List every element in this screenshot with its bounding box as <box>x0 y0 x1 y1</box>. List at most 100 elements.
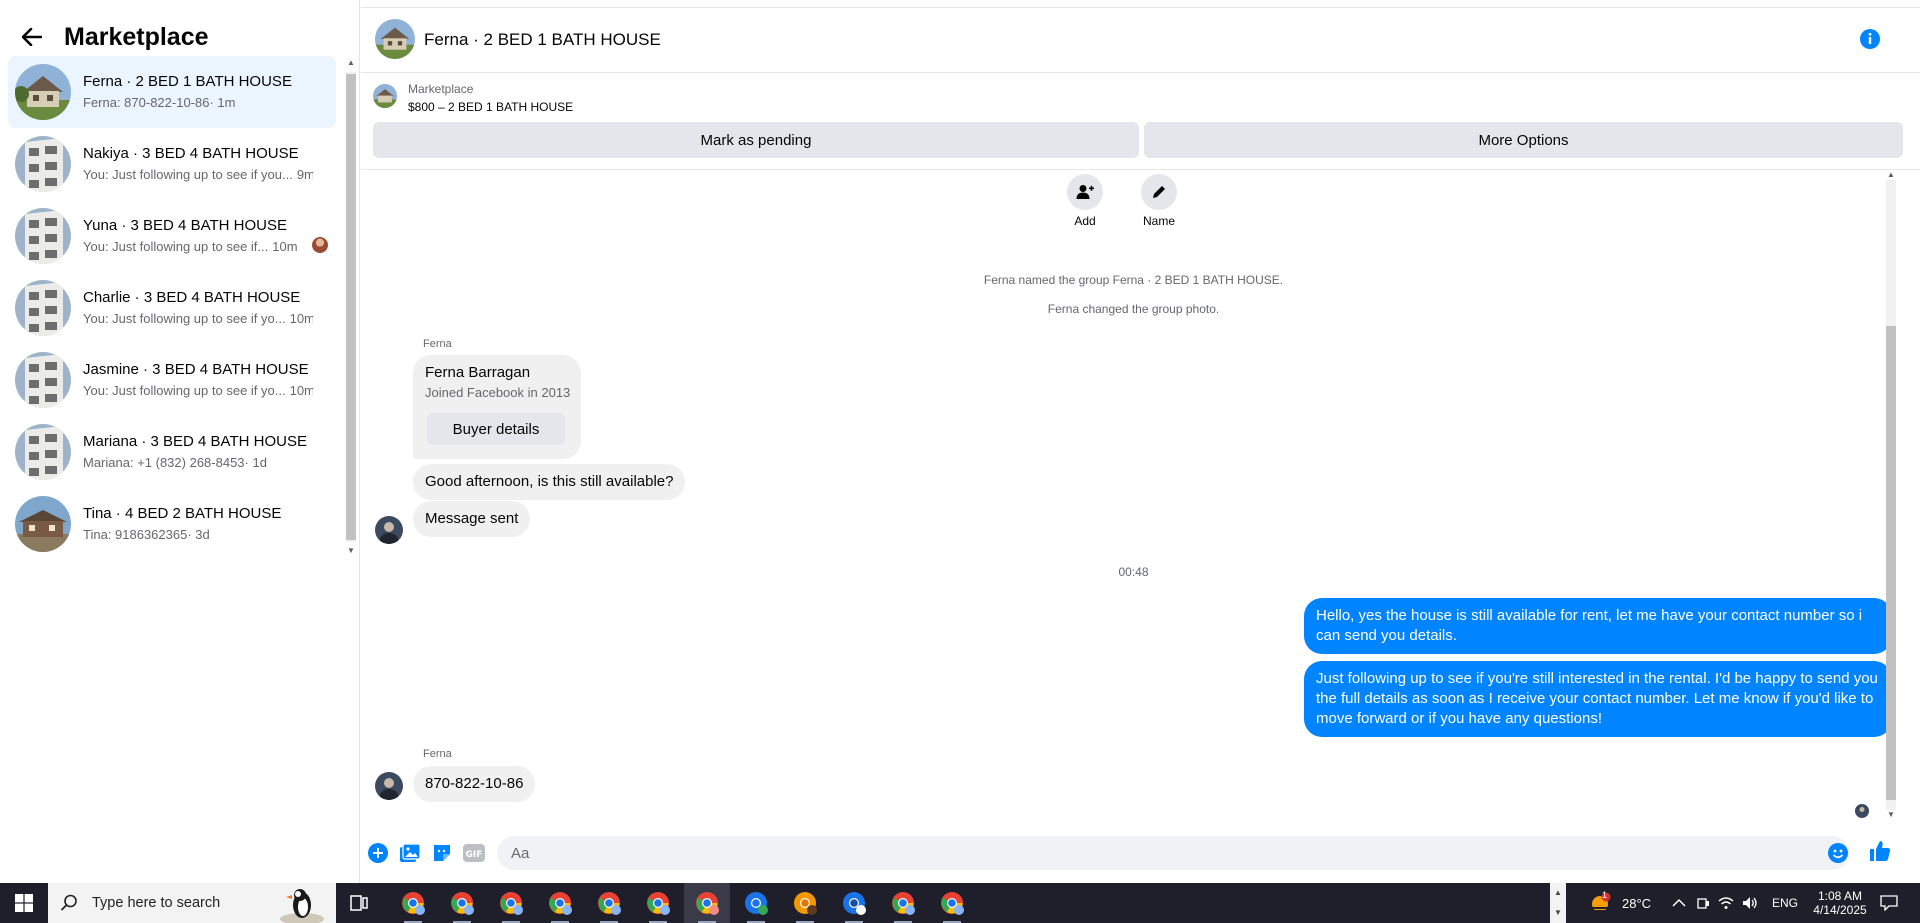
conversation-name: Jasmine · 3 BED 4 BATH HOUSE <box>83 361 309 378</box>
scroll-down-icon[interactable]: ▼ <box>1550 903 1566 923</box>
listing-thumbnail <box>373 84 397 108</box>
clock-date: 4/14/2025 <box>1813 903 1867 917</box>
conversation-sidebar: Marketplace Ferna · 2 BED 1 BATH HOUSE F… <box>0 0 360 883</box>
name-group-button[interactable] <box>1141 174 1177 210</box>
notification-center-icon[interactable] <box>1880 883 1898 923</box>
chrome-icon[interactable] <box>733 883 779 923</box>
buyer-details-button[interactable]: Buyer details <box>427 413 565 445</box>
sender-name: Ferna <box>423 338 452 350</box>
search-placeholder: Type here to search <box>92 895 221 911</box>
weather-badge: 1 <box>1602 890 1608 900</box>
listing-actions: Mark as pending More Options <box>373 122 1903 159</box>
sidebar-header: Marketplace <box>18 20 209 54</box>
chrome-icon[interactable] <box>586 883 632 923</box>
language-indicator[interactable]: ENG <box>1772 896 1798 910</box>
conversation-name: Ferna · 2 BED 1 BATH HOUSE <box>83 73 292 90</box>
chrome-icon[interactable] <box>831 883 877 923</box>
marketplace-label: Marketplace <box>408 82 474 96</box>
emoji-icon[interactable] <box>1827 842 1849 864</box>
message-timestamp: 00:48 <box>1118 565 1149 579</box>
chrome-icon[interactable] <box>488 883 534 923</box>
scroll-up-icon[interactable]: ▲ <box>1550 883 1566 903</box>
chrome-icon[interactable] <box>635 883 681 923</box>
gif-icon[interactable]: GIF <box>463 842 485 864</box>
conversation-list: Ferna · 2 BED 1 BATH HOUSE Ferna: 870-82… <box>8 56 336 560</box>
scroll-up-icon[interactable]: ▲ <box>346 58 356 68</box>
windows-start-icon[interactable] <box>0 883 48 923</box>
mark-as-pending-button[interactable]: Mark as pending <box>373 122 1139 158</box>
chat-scrollbar[interactable]: ▲ ▼ <box>1884 170 1898 820</box>
scroll-thumb[interactable] <box>346 74 356 540</box>
house-avatar <box>15 64 71 120</box>
house-avatar <box>15 496 71 552</box>
add-person-icon <box>1076 185 1094 199</box>
sender-avatar <box>375 516 403 544</box>
seen-receipt-avatar <box>1855 804 1869 818</box>
thumbs-up-icon[interactable] <box>1869 840 1891 862</box>
conversation-name: Yuna · 3 BED 4 BATH HOUSE <box>83 217 287 234</box>
svg-text:GIF: GIF <box>466 850 483 860</box>
message-thread: Add Name Ferna named the group Ferna · 2… <box>361 170 1906 825</box>
chrome-icon[interactable] <box>782 883 828 923</box>
pencil-icon <box>1153 186 1165 198</box>
scroll-down-icon[interactable]: ▼ <box>1886 810 1896 820</box>
meet-now-icon[interactable] <box>1696 895 1710 911</box>
incoming-message: 870-822-10-86 <box>413 766 536 802</box>
taskbar-search[interactable]: Type here to search <box>48 883 336 923</box>
building-avatar <box>15 352 71 408</box>
conversation-item-charlie[interactable]: Charlie · 3 BED 4 BATH HOUSE You: Just f… <box>8 272 336 344</box>
building-avatar <box>15 136 71 192</box>
message-composer: GIF <box>361 828 1920 878</box>
buyer-profile-card: Ferna Barragan Joined Facebook in 2013 B… <box>413 355 581 459</box>
name-label: Name <box>1142 214 1175 228</box>
outgoing-message: Just following up to see if you're still… <box>1304 661 1892 737</box>
incoming-message: Good afternoon, is this still available? <box>413 464 686 500</box>
info-icon[interactable] <box>1859 28 1881 50</box>
incoming-message: Message sent <box>413 501 531 537</box>
sticker-icon[interactable] <box>431 842 453 864</box>
conversation-item-ferna[interactable]: Ferna · 2 BED 1 BATH HOUSE Ferna: 870-82… <box>8 56 336 128</box>
chrome-icon-active[interactable] <box>684 883 730 923</box>
conversation-name: Charlie · 3 BED 4 BATH HOUSE <box>83 289 301 306</box>
marketplace-listing-info[interactable]: Marketplace $800 – 2 BED 1 BATH HOUSE <box>371 82 1911 120</box>
volume-icon[interactable] <box>1742 896 1758 910</box>
more-options-button[interactable]: More Options <box>1144 122 1903 158</box>
scroll-up-icon[interactable]: ▲ <box>1886 170 1896 180</box>
wifi-icon[interactable] <box>1718 896 1734 910</box>
weather-widget[interactable]: 1 28°C <box>1588 883 1651 923</box>
weather-temp: 28°C <box>1622 895 1652 911</box>
scroll-down-icon[interactable]: ▼ <box>346 546 356 556</box>
chat-avatar[interactable] <box>375 19 415 59</box>
conversation-item-tina[interactable]: Tina · 4 BED 2 BATH HOUSE Tina: 91863623… <box>8 488 336 560</box>
building-avatar <box>15 208 71 264</box>
conversation-item-nakiya[interactable]: Nakiya · 3 BED 4 BATH HOUSE You: Just fo… <box>8 128 336 200</box>
task-view-icon[interactable] <box>336 883 382 923</box>
conversation-item-jasmine[interactable]: Jasmine · 3 BED 4 BATH HOUSE You: Just f… <box>8 344 336 416</box>
conversation-name: Nakiya · 3 BED 4 BATH HOUSE <box>83 145 299 162</box>
sidebar-scrollbar[interactable]: ▲ ▼ <box>344 56 358 560</box>
photo-icon[interactable] <box>399 842 421 864</box>
chat-header: Ferna · 2 BED 1 BATH HOUSE <box>361 8 1920 73</box>
conversation-item-yuna[interactable]: Yuna · 3 BED 4 BATH HOUSE You: Just foll… <box>8 200 336 272</box>
clock[interactable]: 1:08 AM 4/14/2025 <box>1808 883 1872 923</box>
sender-name: Ferna <box>423 748 452 760</box>
scroll-thumb[interactable] <box>1886 326 1896 800</box>
message-input[interactable] <box>497 836 1849 870</box>
chrome-icon[interactable] <box>390 883 436 923</box>
chevron-up-icon[interactable] <box>1672 898 1686 908</box>
chat-title[interactable]: Ferna · 2 BED 1 BATH HOUSE <box>424 30 661 50</box>
conversation-snippet: You: Just following up to see if yo... 10… <box>83 383 313 398</box>
chrome-icon[interactable] <box>537 883 583 923</box>
conversation-snippet: Tina: 9186362365· 3d <box>83 527 210 542</box>
listing-price-title: $800 – 2 BED 1 BATH HOUSE <box>408 100 574 114</box>
more-actions-plus-icon[interactable] <box>367 842 389 864</box>
buyer-joined: Joined Facebook in 2013 <box>425 385 571 400</box>
chrome-icon[interactable] <box>880 883 926 923</box>
chrome-icon[interactable] <box>929 883 975 923</box>
chrome-icon[interactable] <box>439 883 485 923</box>
taskbar-scroll-arrows[interactable]: ▲ ▼ <box>1550 883 1566 923</box>
search-icon <box>60 894 77 911</box>
conversation-item-mariana[interactable]: Mariana · 3 BED 4 BATH HOUSE Mariana: +1… <box>8 416 336 488</box>
back-arrow-icon[interactable] <box>18 23 46 51</box>
add-person-button[interactable] <box>1067 174 1103 210</box>
